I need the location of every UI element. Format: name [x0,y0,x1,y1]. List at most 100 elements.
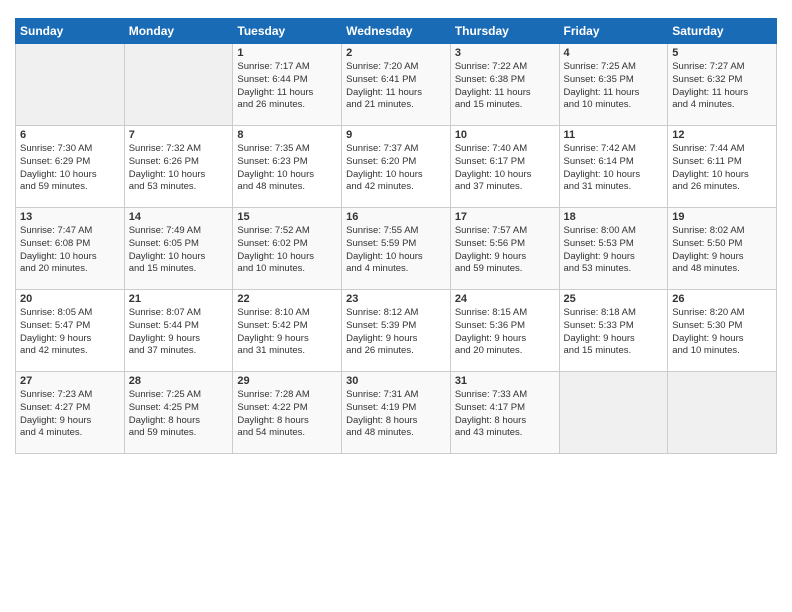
week-row-2: 6Sunrise: 7:30 AM Sunset: 6:29 PM Daylig… [16,126,777,208]
cal-cell: 22Sunrise: 8:10 AM Sunset: 5:42 PM Dayli… [233,290,342,372]
cell-info: Sunrise: 7:49 AM Sunset: 6:05 PM Dayligh… [129,225,229,276]
cal-cell [559,372,668,454]
cal-cell: 10 Sunrise: 7:40 AM Sunset: 6:17 PM Dayli… [450,126,559,208]
col-header-friday: Friday [559,19,668,44]
week-row-4: 20 Sunrise: 8:05 AM Sunset: 5:47 PM Dayli… [16,290,777,372]
cell-info: Sunrise: 8:10 AM Sunset: 5:42 PM Dayligh… [237,307,337,358]
cell-info: Sunrise: 8:02 AM Sunset: 5:50 PM Dayligh… [672,225,772,276]
cell-info: Sunrise: 7:20 AM Sunset: 6:41 PM Dayligh… [346,61,446,112]
cell-info: Sunrise: 7:25 AM Sunset: 4:25 PM Dayligh… [129,389,229,440]
cal-cell: 20 Sunrise: 8:05 AM Sunset: 5:47 PM Dayli… [16,290,125,372]
cell-info: Sunrise: 7:27 AM Sunset: 6:32 PM Dayligh… [672,61,772,112]
day-number: 26 [672,293,772,305]
cal-cell: 19 Sunrise: 8:02 AM Sunset: 5:50 PM Dayli… [668,208,777,290]
cal-cell [16,44,125,126]
cell-info: Sunrise: 7:22 AM Sunset: 6:38 PM Dayligh… [455,61,555,112]
cell-info: Sunrise: 7:44 AM Sunset: 6:11 PM Dayligh… [672,143,772,194]
day-number: 13 [20,211,120,223]
day-number: 7 [129,129,229,141]
cal-cell: 5 Sunrise: 7:27 AM Sunset: 6:32 PM Daylig… [668,44,777,126]
cell-info: Sunrise: 7:47 AM Sunset: 6:08 PM Dayligh… [20,225,120,276]
cell-info: Sunrise: 7:25 AM Sunset: 6:35 PM Dayligh… [564,61,664,112]
cell-info: Sunrise: 7:55 AM Sunset: 5:59 PM Dayligh… [346,225,446,276]
cal-cell: 23Sunrise: 8:12 AM Sunset: 5:39 PM Dayli… [342,290,451,372]
cell-info: Sunrise: 7:37 AM Sunset: 6:20 PM Dayligh… [346,143,446,194]
cal-cell: 3 Sunrise: 7:22 AM Sunset: 6:38 PM Daylig… [450,44,559,126]
day-number: 27 [20,375,120,387]
day-number: 16 [346,211,446,223]
day-number: 21 [129,293,229,305]
day-number: 14 [129,211,229,223]
day-number: 25 [564,293,664,305]
cell-info: Sunrise: 8:15 AM Sunset: 5:36 PM Dayligh… [455,307,555,358]
cal-cell: 14 Sunrise: 7:49 AM Sunset: 6:05 PM Dayli… [124,208,233,290]
cell-info: Sunrise: 7:17 AM Sunset: 6:44 PM Dayligh… [237,61,337,112]
day-number: 1 [237,47,337,59]
cal-cell: 12 Sunrise: 7:44 AM Sunset: 6:11 PM Dayli… [668,126,777,208]
cell-info: Sunrise: 7:30 AM Sunset: 6:29 PM Dayligh… [20,143,120,194]
cell-info: Sunrise: 7:33 AM Sunset: 4:17 PM Dayligh… [455,389,555,440]
day-number: 2 [346,47,446,59]
cal-cell: 15 Sunrise: 7:52 AM Sunset: 6:02 PM Dayli… [233,208,342,290]
cal-cell [124,44,233,126]
header-row: SundayMondayTuesdayWednesdayThursdayFrid… [16,19,777,44]
cal-cell: 26Sunrise: 8:20 AM Sunset: 5:30 PM Dayli… [668,290,777,372]
cal-cell [668,372,777,454]
cell-info: Sunrise: 7:23 AM Sunset: 4:27 PM Dayligh… [20,389,120,440]
cal-cell: 7 Sunrise: 7:32 AM Sunset: 6:26 PM Daylig… [124,126,233,208]
cell-info: Sunrise: 7:57 AM Sunset: 5:56 PM Dayligh… [455,225,555,276]
cal-cell: 4 Sunrise: 7:25 AM Sunset: 6:35 PM Daylig… [559,44,668,126]
week-row-1: 1 Sunrise: 7:17 AM Sunset: 6:44 PM Daylig… [16,44,777,126]
cal-cell: 21 Sunrise: 8:07 AM Sunset: 5:44 PM Dayli… [124,290,233,372]
col-header-wednesday: Wednesday [342,19,451,44]
cal-cell: 16 Sunrise: 7:55 AM Sunset: 5:59 PM Dayli… [342,208,451,290]
cell-info: Sunrise: 7:32 AM Sunset: 6:26 PM Dayligh… [129,143,229,194]
col-header-thursday: Thursday [450,19,559,44]
day-number: 11 [564,129,664,141]
cell-info: Sunrise: 8:18 AM Sunset: 5:33 PM Dayligh… [564,307,664,358]
calendar-table: SundayMondayTuesdayWednesdayThursdayFrid… [15,18,777,454]
cal-cell: 28 Sunrise: 7:25 AM Sunset: 4:25 PM Dayli… [124,372,233,454]
cal-cell: 25 Sunrise: 8:18 AM Sunset: 5:33 PM Dayli… [559,290,668,372]
day-number: 17 [455,211,555,223]
cal-cell: 13 Sunrise: 7:47 AM Sunset: 6:08 PM Dayli… [16,208,125,290]
cell-info: Sunrise: 7:52 AM Sunset: 6:02 PM Dayligh… [237,225,337,276]
day-number: 30 [346,375,446,387]
cal-cell: 9 Sunrise: 7:37 AM Sunset: 6:20 PM Daylig… [342,126,451,208]
day-number: 20 [20,293,120,305]
cell-info: Sunrise: 7:35 AM Sunset: 6:23 PM Dayligh… [237,143,337,194]
day-number: 4 [564,47,664,59]
col-header-sunday: Sunday [16,19,125,44]
col-header-saturday: Saturday [668,19,777,44]
day-number: 29 [237,375,337,387]
cell-info: Sunrise: 8:12 AM Sunset: 5:39 PM Dayligh… [346,307,446,358]
day-number: 28 [129,375,229,387]
day-number: 8 [237,129,337,141]
day-number: 5 [672,47,772,59]
week-row-3: 13 Sunrise: 7:47 AM Sunset: 6:08 PM Dayli… [16,208,777,290]
day-number: 10 [455,129,555,141]
cal-cell: 2 Sunrise: 7:20 AM Sunset: 6:41 PM Daylig… [342,44,451,126]
cal-cell: 11 Sunrise: 7:42 AM Sunset: 6:14 PM Dayli… [559,126,668,208]
cal-cell: 18Sunrise: 8:00 AM Sunset: 5:53 PM Dayli… [559,208,668,290]
cell-info: Sunrise: 8:07 AM Sunset: 5:44 PM Dayligh… [129,307,229,358]
day-number: 9 [346,129,446,141]
day-number: 31 [455,375,555,387]
cal-cell: 27 Sunrise: 7:23 AM Sunset: 4:27 PM Dayli… [16,372,125,454]
cal-cell: 24 Sunrise: 8:15 AM Sunset: 5:36 PM Dayli… [450,290,559,372]
col-header-monday: Monday [124,19,233,44]
day-number: 3 [455,47,555,59]
day-number: 19 [672,211,772,223]
cal-cell: 17 Sunrise: 7:57 AM Sunset: 5:56 PM Dayli… [450,208,559,290]
cell-info: Sunrise: 7:40 AM Sunset: 6:17 PM Dayligh… [455,143,555,194]
cal-cell: 29Sunrise: 7:28 AM Sunset: 4:22 PM Dayli… [233,372,342,454]
day-number: 12 [672,129,772,141]
cell-info: Sunrise: 7:42 AM Sunset: 6:14 PM Dayligh… [564,143,664,194]
cell-info: Sunrise: 7:31 AM Sunset: 4:19 PM Dayligh… [346,389,446,440]
day-number: 15 [237,211,337,223]
day-number: 18 [564,211,664,223]
day-number: 24 [455,293,555,305]
week-row-5: 27 Sunrise: 7:23 AM Sunset: 4:27 PM Dayli… [16,372,777,454]
cal-cell: 6Sunrise: 7:30 AM Sunset: 6:29 PM Daylig… [16,126,125,208]
cell-info: Sunrise: 8:05 AM Sunset: 5:47 PM Dayligh… [20,307,120,358]
